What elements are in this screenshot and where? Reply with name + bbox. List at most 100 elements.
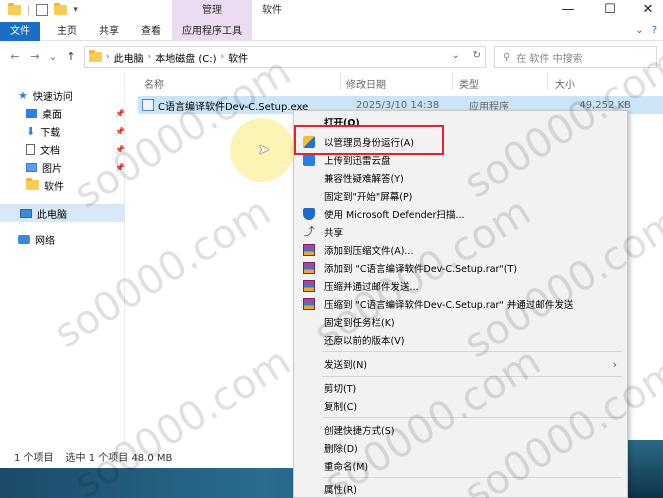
search-box[interactable]: ⚲ 在 软件 中搜索: [494, 46, 657, 68]
address-dropdown-icon[interactable]: ⌄: [452, 50, 460, 61]
defender-icon: [303, 208, 315, 220]
menu-item-add-to-rar[interactable]: 添加到 "C语言编译软件Dev-C.Setup.rar"(T): [294, 259, 627, 277]
forward-button[interactable]: →: [28, 50, 42, 64]
star-icon: ★: [18, 88, 28, 102]
menu-item-send-to[interactable]: 发送到(N) ›: [294, 355, 627, 373]
xunlei-icon: [303, 154, 315, 166]
sidebar-item-label: 网络: [35, 235, 55, 247]
tab-manage[interactable]: 管理: [172, 0, 252, 22]
breadcrumb-separator[interactable]: ›: [148, 52, 152, 62]
menu-item-copy[interactable]: 复制(C): [294, 397, 627, 415]
sidebar-item-label: 文档: [40, 145, 60, 157]
address-bar[interactable]: › 此电脑 › 本地磁盘 (C:) › 软件 ⌄ ↻: [84, 46, 486, 68]
menu-item-rename[interactable]: 重命名(M): [294, 457, 627, 475]
menu-item-share[interactable]: ⤴ 共享: [294, 223, 627, 241]
menu-item-label: 属性(R): [324, 485, 358, 496]
title-bar: | ▾ 管理 软件 — ☐ ✕: [0, 0, 663, 22]
refresh-icon[interactable]: ↻: [473, 50, 481, 61]
sidebar-item-this-pc[interactable]: 此电脑: [0, 204, 125, 222]
pin-icon: 📌: [115, 144, 125, 154]
search-icon: ⚲: [503, 51, 511, 63]
menu-item-label: 共享: [324, 228, 344, 239]
menu-item-delete[interactable]: 删除(D): [294, 439, 627, 457]
ribbon-collapse-icon[interactable]: ⌄: [635, 25, 643, 36]
menu-item-cut[interactable]: 剪切(T): [294, 379, 627, 397]
menu-item-compatibility[interactable]: 兼容性疑难解答(Y): [294, 169, 627, 187]
window-title: 软件: [262, 5, 282, 16]
menu-item-add-archive[interactable]: 添加到压缩文件(A)...: [294, 241, 627, 259]
pin-icon: 📌: [115, 108, 125, 118]
tab-file[interactable]: 文件: [0, 22, 40, 41]
column-header-size[interactable]: 大小: [555, 76, 575, 91]
column-header-name[interactable]: 名称: [144, 76, 164, 91]
menu-divider: [322, 351, 622, 352]
properties-icon[interactable]: [36, 4, 49, 16]
file-date: 2025/3/10 14:38: [356, 99, 440, 111]
minimize-button[interactable]: —: [560, 2, 576, 18]
menu-item-pin-taskbar[interactable]: 固定到任务栏(K): [294, 313, 627, 331]
new-folder-icon[interactable]: [54, 3, 68, 15]
recent-locations-button[interactable]: ⌄: [46, 50, 60, 64]
help-icon[interactable]: ?: [652, 25, 657, 36]
sidebar-item-quick-access[interactable]: ★ 快速访问: [18, 86, 123, 104]
submenu-arrow-icon: ›: [612, 357, 617, 371]
address-row: ← → ⌄ ↑ › 此电脑 › 本地磁盘 (C:) › 软件 ⌄ ↻ ⚲ 在 软…: [0, 42, 663, 72]
tab-app-tools[interactable]: 应用程序工具: [172, 22, 252, 41]
sidebar-item-desktop[interactable]: 桌面 📌: [26, 104, 131, 122]
desktop-icon: [26, 108, 37, 118]
breadcrumb-this-pc[interactable]: 此电脑: [114, 50, 144, 65]
breadcrumb-separator[interactable]: ›: [221, 52, 225, 62]
exe-icon: [142, 99, 154, 111]
winrar-icon: [303, 262, 315, 274]
menu-item-label: 使用 Microsoft Defender扫描...: [324, 210, 465, 221]
menu-item-properties[interactable]: 属性(R): [294, 480, 627, 498]
menu-item-compress-email[interactable]: 压缩并通过邮件发送...: [294, 277, 627, 295]
sidebar-item-network[interactable]: 网络: [18, 230, 123, 248]
column-divider[interactable]: [547, 72, 548, 90]
quick-access-toolbar: | ▾: [8, 3, 78, 16]
sidebar-item-label: 下载: [40, 127, 61, 139]
document-icon: [26, 143, 35, 155]
tab-share[interactable]: 共享: [92, 22, 126, 41]
sidebar-item-pictures[interactable]: 图片 📌: [26, 158, 131, 176]
menu-item-label: 添加到 "C语言编译软件Dev-C.Setup.rar"(T): [324, 264, 518, 275]
menu-item-label: 创建快捷方式(S): [324, 426, 395, 437]
pin-icon: 📌: [115, 126, 125, 136]
sidebar-item-software[interactable]: 软件: [26, 176, 131, 194]
menu-item-compress-rar-email[interactable]: 压缩到 "C语言编译软件Dev-C.Setup.rar" 并通过邮件发送: [294, 295, 627, 313]
menu-item-restore-versions[interactable]: 还原以前的版本(V): [294, 331, 627, 349]
back-button[interactable]: ←: [8, 50, 22, 64]
breadcrumb-software[interactable]: 软件: [228, 50, 248, 65]
column-header-type[interactable]: 类型: [459, 76, 479, 91]
column-divider[interactable]: [452, 72, 453, 90]
menu-item-label: 固定到"开始"屏幕(P): [324, 192, 413, 203]
quick-access-dropdown-icon[interactable]: ▾: [73, 5, 78, 15]
menu-item-label: 压缩到 "C语言编译软件Dev-C.Setup.rar" 并通过邮件发送: [324, 300, 574, 311]
winrar-icon: [303, 244, 315, 256]
file-size: 49,252 KB: [579, 99, 631, 111]
network-icon: [18, 234, 30, 244]
sidebar-item-label: 快速访问: [32, 91, 73, 103]
divider: |: [27, 4, 31, 16]
up-button[interactable]: ↑: [64, 50, 78, 64]
highlight-box: [294, 125, 444, 155]
download-icon: ⬇: [26, 124, 36, 138]
menu-item-defender-scan[interactable]: 使用 Microsoft Defender扫描...: [294, 205, 627, 223]
close-button[interactable]: ✕: [640, 2, 656, 18]
breadcrumb-local-disk[interactable]: 本地磁盘 (C:): [155, 50, 216, 65]
search-input[interactable]: 在 软件 中搜索: [516, 50, 582, 65]
sidebar-item-label: 软件: [44, 181, 64, 193]
tab-home[interactable]: 主页: [50, 22, 84, 41]
column-divider[interactable]: [340, 72, 341, 90]
menu-item-create-shortcut[interactable]: 创建快捷方式(S): [294, 421, 627, 439]
share-icon: ⤴: [303, 225, 315, 238]
tab-view[interactable]: 查看: [134, 22, 168, 41]
menu-item-label: 发送到(N): [324, 360, 368, 371]
sidebar-item-documents[interactable]: 文档 📌: [26, 140, 131, 158]
maximize-button[interactable]: ☐: [602, 2, 618, 18]
menu-item-label: 删除(D): [324, 444, 358, 455]
folder-icon: [8, 3, 21, 15]
menu-item-pin-start[interactable]: 固定到"开始"屏幕(P): [294, 187, 627, 205]
sidebar-item-downloads[interactable]: ⬇ 下载 📌: [26, 122, 131, 140]
column-header-date[interactable]: 修改日期: [346, 76, 386, 91]
